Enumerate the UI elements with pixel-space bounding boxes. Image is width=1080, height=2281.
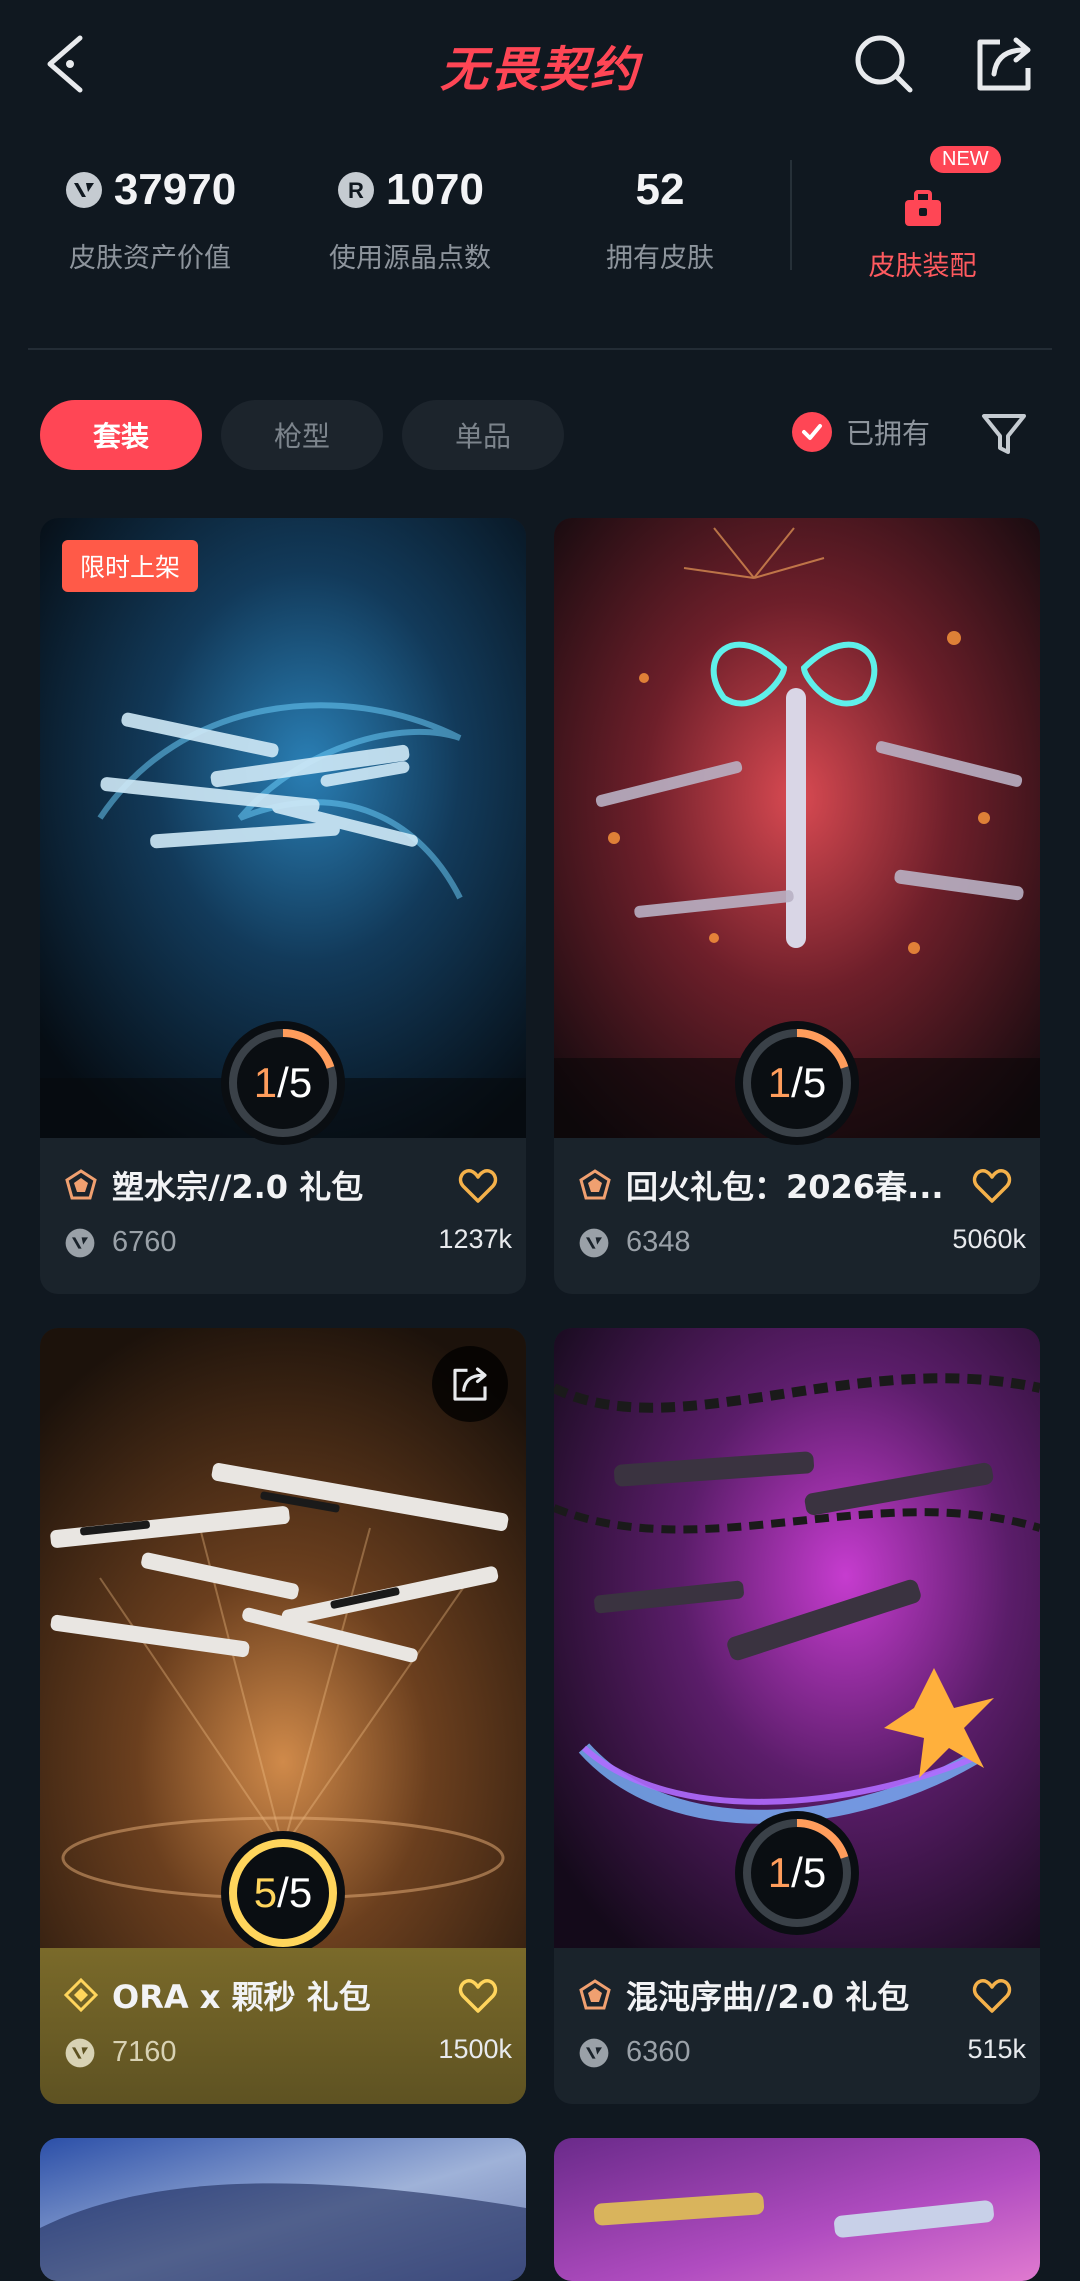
bundle-price: 6760 bbox=[112, 1226, 177, 1258]
search-icon[interactable] bbox=[852, 32, 916, 96]
valorant-points-icon bbox=[65, 1228, 95, 1257]
radianite-value: 1070 bbox=[386, 165, 484, 214]
bundle-card[interactable]: 5/5 ORA x 颗秒 礼包 7160 1500k bbox=[40, 1328, 526, 2104]
likes-count: 5060k bbox=[952, 1224, 1026, 1254]
header: 无畏契约 bbox=[0, 0, 1080, 130]
tier-icon bbox=[65, 1169, 97, 1200]
asset-value-stat: 37970 皮肤资产价值 bbox=[50, 160, 250, 275]
bundle-name: 回火礼包：2026春... bbox=[626, 1168, 944, 1206]
tier-icon bbox=[64, 1978, 98, 2012]
card-info: ORA x 颗秒 礼包 7160 1500k bbox=[40, 1948, 526, 2104]
likes-count: 1237k bbox=[438, 1224, 512, 1254]
likes-count: 1500k bbox=[438, 2034, 512, 2064]
owned-filter-label: 已拥有 bbox=[846, 417, 931, 450]
collection-progress: 1/5 bbox=[732, 1018, 862, 1148]
new-badge: NEW bbox=[930, 146, 1001, 173]
card-share-button[interactable] bbox=[432, 1346, 508, 1422]
bundle-price: 6360 bbox=[626, 2036, 691, 2068]
bundle-card[interactable] bbox=[554, 2138, 1040, 2281]
valorant-points-icon bbox=[579, 2038, 609, 2067]
heart-icon[interactable] bbox=[458, 1166, 498, 1206]
owned-skins-stat: 52 拥有皮肤 bbox=[560, 160, 760, 275]
heart-icon[interactable] bbox=[972, 1976, 1012, 2016]
radianite-icon: R bbox=[338, 172, 375, 208]
collection-progress: 1/5 bbox=[218, 1018, 348, 1148]
bundle-name: 塑水宗//2.0 礼包 bbox=[112, 1168, 364, 1206]
card-info: 塑水宗//2.0 礼包 6760 1237k bbox=[40, 1138, 526, 1294]
bundle-artwork bbox=[554, 2138, 1040, 2281]
share-icon bbox=[453, 1367, 487, 1401]
svg-text:R: R bbox=[348, 178, 364, 203]
owned-filter-toggle[interactable]: 已拥有 bbox=[792, 412, 930, 452]
stats-panel: 37970 皮肤资产价值 R 1070 使用源晶点数 52 拥有皮肤 NEW 皮… bbox=[0, 146, 1080, 290]
tab-single[interactable]: 单品 bbox=[402, 400, 564, 470]
bundle-name: 混沌序曲//2.0 礼包 bbox=[626, 1978, 910, 2016]
heart-icon[interactable] bbox=[972, 1166, 1012, 1206]
collection-progress: 5/5 bbox=[218, 1828, 348, 1958]
skin-loadout-button[interactable]: NEW 皮肤装配 bbox=[830, 146, 1015, 283]
skin-loadout-label: 皮肤装配 bbox=[868, 251, 977, 282]
valorant-points-icon bbox=[579, 1228, 609, 1257]
divider-line bbox=[28, 348, 1052, 350]
asset-value: 37970 bbox=[113, 165, 237, 214]
card-info: 回火礼包：2026春... 6348 5060k bbox=[554, 1138, 1040, 1294]
heart-icon[interactable] bbox=[458, 1976, 498, 2016]
bundle-artwork bbox=[40, 2138, 526, 2281]
bundle-name: ORA x 颗秒 礼包 bbox=[112, 1978, 371, 2016]
owned-skins-value: 52 bbox=[635, 165, 685, 214]
share-icon[interactable] bbox=[972, 32, 1036, 96]
bundle-card[interactable]: 1/5 混沌序曲//2.0 礼包 6360 515k bbox=[554, 1328, 1040, 2104]
valorant-points-icon bbox=[65, 2038, 95, 2067]
bundle-card[interactable] bbox=[40, 2138, 526, 2281]
card-info: 混沌序曲//2.0 礼包 6360 515k bbox=[554, 1948, 1040, 2104]
bundle-card[interactable]: 1/5 回火礼包：2026春... 6348 5060k bbox=[554, 518, 1040, 1294]
valorant-points-icon bbox=[65, 172, 102, 208]
tab-bundle[interactable]: 套装 bbox=[40, 400, 202, 470]
tab-weapon-type[interactable]: 枪型 bbox=[221, 400, 383, 470]
owned-skins-label: 拥有皮肤 bbox=[606, 243, 714, 274]
divider bbox=[790, 160, 792, 270]
tier-icon bbox=[579, 1979, 611, 2010]
radianite-stat: R 1070 使用源晶点数 bbox=[300, 160, 520, 275]
bundle-price: 7160 bbox=[112, 2036, 177, 2068]
briefcase-icon bbox=[904, 190, 941, 226]
radianite-label: 使用源晶点数 bbox=[329, 243, 491, 274]
limited-time-badge: 限时上架 bbox=[62, 540, 199, 592]
bundle-price: 6348 bbox=[626, 1226, 691, 1258]
app-title: 无畏契约 bbox=[439, 42, 640, 98]
bundle-card[interactable]: 限时上架 1/5 塑水宗//2.0 礼包 6760 1237k bbox=[40, 518, 526, 1294]
collection-progress: 1/5 bbox=[732, 1808, 862, 1938]
tier-icon bbox=[579, 1169, 611, 1200]
checkbox-checked-icon[interactable] bbox=[792, 412, 832, 452]
asset-value-label: 皮肤资产价值 bbox=[69, 243, 231, 274]
filter-icon[interactable] bbox=[980, 410, 1028, 458]
likes-count: 515k bbox=[967, 2034, 1026, 2064]
